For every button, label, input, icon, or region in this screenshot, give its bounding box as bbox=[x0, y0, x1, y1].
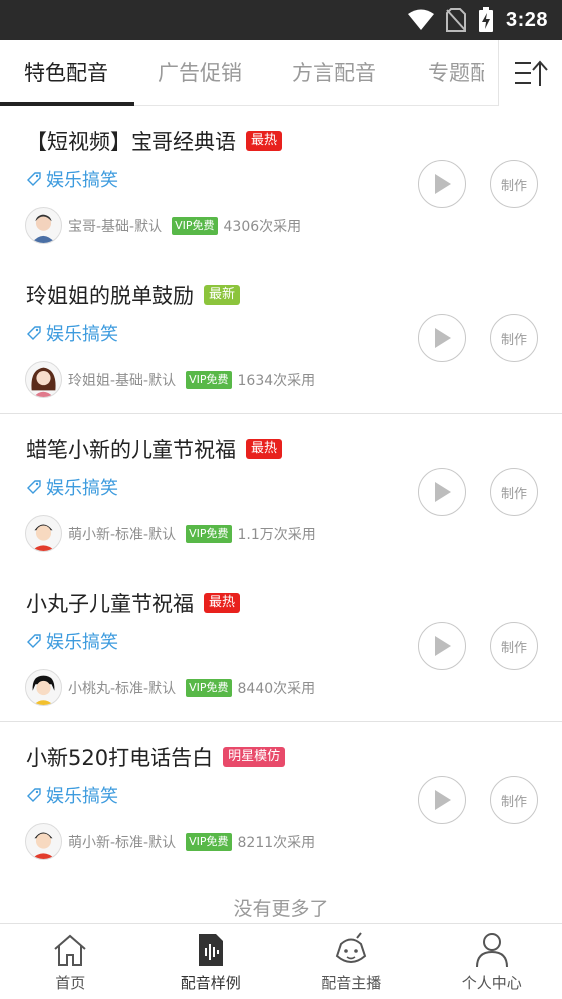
tag-icon bbox=[27, 326, 41, 340]
no-more-text: 没有更多了 bbox=[233, 898, 329, 920]
list-item[interactable]: 玲姐姐的脱单鼓励 最新 娱乐搞笑 玲姐姐-基础-默认 VIP免费 1634次采用… bbox=[0, 260, 562, 414]
vip-badge: VIP免费 bbox=[186, 524, 232, 543]
anchor-icon bbox=[336, 932, 367, 963]
tab-featured[interactable]: 特色配音 bbox=[24, 40, 108, 106]
hot-badge: 最热 bbox=[204, 593, 241, 613]
voice-name: 宝哥-基础-默认 bbox=[68, 218, 163, 235]
usage-count: 4306次采用 bbox=[223, 218, 302, 235]
play-icon bbox=[435, 636, 451, 656]
hot-badge: 最热 bbox=[246, 439, 283, 459]
list-item[interactable]: 小新520打电话告白 明星模仿 娱乐搞笑 萌小新-标准-默认 VIP免费 821… bbox=[0, 722, 562, 876]
category-tag[interactable]: 娱乐搞笑 bbox=[26, 628, 118, 654]
category-tag[interactable]: 娱乐搞笑 bbox=[26, 474, 118, 500]
play-button[interactable] bbox=[418, 776, 466, 824]
nav-profile[interactable]: 个人中心 bbox=[422, 924, 562, 999]
category-tag[interactable]: 娱乐搞笑 bbox=[26, 320, 118, 346]
make-button[interactable]: 制作 bbox=[490, 622, 538, 670]
item-title: 蜡笔小新的儿童节祝福 bbox=[26, 438, 236, 462]
status-bar: 3:28 bbox=[0, 0, 562, 40]
nav-profile-label: 个人中心 bbox=[461, 974, 522, 992]
play-icon bbox=[435, 482, 451, 502]
nav-home[interactable]: 首页 bbox=[0, 924, 141, 999]
tag-icon bbox=[27, 634, 41, 648]
make-button[interactable]: 制作 bbox=[490, 468, 538, 516]
tab-menu-icon bbox=[514, 60, 548, 86]
voice-sample-icon bbox=[198, 934, 223, 966]
item-title: 小丸子儿童节祝福 bbox=[26, 592, 194, 616]
usage-count: 8440次采用 bbox=[237, 680, 316, 697]
play-button[interactable] bbox=[418, 160, 466, 208]
play-button[interactable] bbox=[418, 314, 466, 362]
no-sim-icon bbox=[445, 8, 466, 32]
voice-name: 萌小新-标准-默认 bbox=[68, 834, 177, 851]
bottom-nav: 首页 配音样例 配音主播 个人中心 bbox=[0, 923, 562, 999]
category-label: 娱乐搞笑 bbox=[46, 632, 118, 653]
item-title: 小新520打电话告白 bbox=[26, 746, 214, 770]
usage-count: 8211次采用 bbox=[237, 834, 316, 851]
item-title: 【短视频】宝哥经典语 bbox=[26, 130, 236, 154]
play-icon bbox=[435, 790, 451, 810]
profile-icon bbox=[475, 933, 508, 968]
voice-name: 小桃丸-标准-默认 bbox=[68, 680, 177, 697]
list-item[interactable]: 【短视频】宝哥经典语 最热 娱乐搞笑 宝哥-基础-默认 VIP免费 4306次采… bbox=[0, 106, 562, 260]
make-button[interactable]: 制作 bbox=[490, 160, 538, 208]
category-label: 娱乐搞笑 bbox=[46, 786, 118, 807]
nav-anchors[interactable]: 配音主播 bbox=[281, 924, 422, 999]
status-time: 3:28 bbox=[505, 8, 548, 31]
list-item[interactable]: 蜡笔小新的儿童节祝福 最热 娱乐搞笑 萌小新-标准-默认 VIP免费 1.1万次… bbox=[0, 414, 562, 568]
tab-ad-promotion[interactable]: 广告促销 bbox=[158, 40, 242, 106]
category-label: 娱乐搞笑 bbox=[46, 324, 118, 345]
new-badge: 最新 bbox=[204, 285, 241, 305]
celebrity-badge: 明星模仿 bbox=[223, 747, 286, 767]
play-button[interactable] bbox=[418, 622, 466, 670]
usage-count: 1634次采用 bbox=[237, 372, 316, 389]
nav-anchors-label: 配音主播 bbox=[321, 974, 382, 992]
battery-charging-icon bbox=[478, 7, 493, 32]
tab-topic[interactable]: 专题配音 bbox=[428, 40, 484, 106]
home-icon bbox=[54, 934, 86, 966]
sample-list: 【短视频】宝哥经典语 最热 娱乐搞笑 宝哥-基础-默认 VIP免费 4306次采… bbox=[0, 106, 562, 876]
voice-avatar bbox=[25, 669, 62, 706]
category-tag[interactable]: 娱乐搞笑 bbox=[26, 166, 118, 192]
category-tag[interactable]: 娱乐搞笑 bbox=[26, 782, 118, 808]
voice-avatar bbox=[25, 823, 62, 860]
vip-badge: VIP免费 bbox=[186, 370, 232, 389]
tab-dialect[interactable]: 方言配音 bbox=[292, 40, 376, 106]
voice-name: 萌小新-标准-默认 bbox=[68, 526, 177, 543]
item-title: 玲姐姐的脱单鼓励 bbox=[26, 284, 194, 308]
category-label: 娱乐搞笑 bbox=[46, 478, 118, 499]
list-item[interactable]: 小丸子儿童节祝福 最热 娱乐搞笑 小桃丸-标准-默认 VIP免费 8440次采用… bbox=[0, 568, 562, 722]
tag-icon bbox=[27, 480, 41, 494]
wifi-icon bbox=[407, 9, 434, 30]
make-button[interactable]: 制作 bbox=[490, 776, 538, 824]
play-icon bbox=[435, 174, 451, 194]
play-icon bbox=[435, 328, 451, 348]
tag-icon bbox=[27, 172, 41, 186]
vip-badge: VIP免费 bbox=[186, 678, 232, 697]
make-button[interactable]: 制作 bbox=[490, 314, 538, 362]
tab-menu-button[interactable] bbox=[498, 40, 562, 106]
category-label: 娱乐搞笑 bbox=[46, 170, 118, 191]
voice-avatar bbox=[25, 361, 62, 398]
tag-icon bbox=[27, 788, 41, 802]
nav-voice-samples-label: 配音样例 bbox=[180, 974, 241, 992]
usage-count: 1.1万次采用 bbox=[237, 526, 316, 543]
status-icons: 3:28 bbox=[407, 0, 548, 40]
hot-badge: 最热 bbox=[246, 131, 283, 151]
nav-home-label: 首页 bbox=[55, 974, 86, 992]
category-tab-bar: 特色配音 广告促销 方言配音 专题配音 bbox=[0, 40, 562, 106]
vip-badge: VIP免费 bbox=[172, 216, 218, 235]
nav-voice-samples[interactable]: 配音样例 bbox=[141, 924, 282, 999]
vip-badge: VIP免费 bbox=[186, 832, 232, 851]
voice-avatar bbox=[25, 207, 62, 244]
voice-avatar bbox=[25, 515, 62, 552]
voice-name: 玲姐姐-基础-默认 bbox=[68, 372, 177, 389]
play-button[interactable] bbox=[418, 468, 466, 516]
